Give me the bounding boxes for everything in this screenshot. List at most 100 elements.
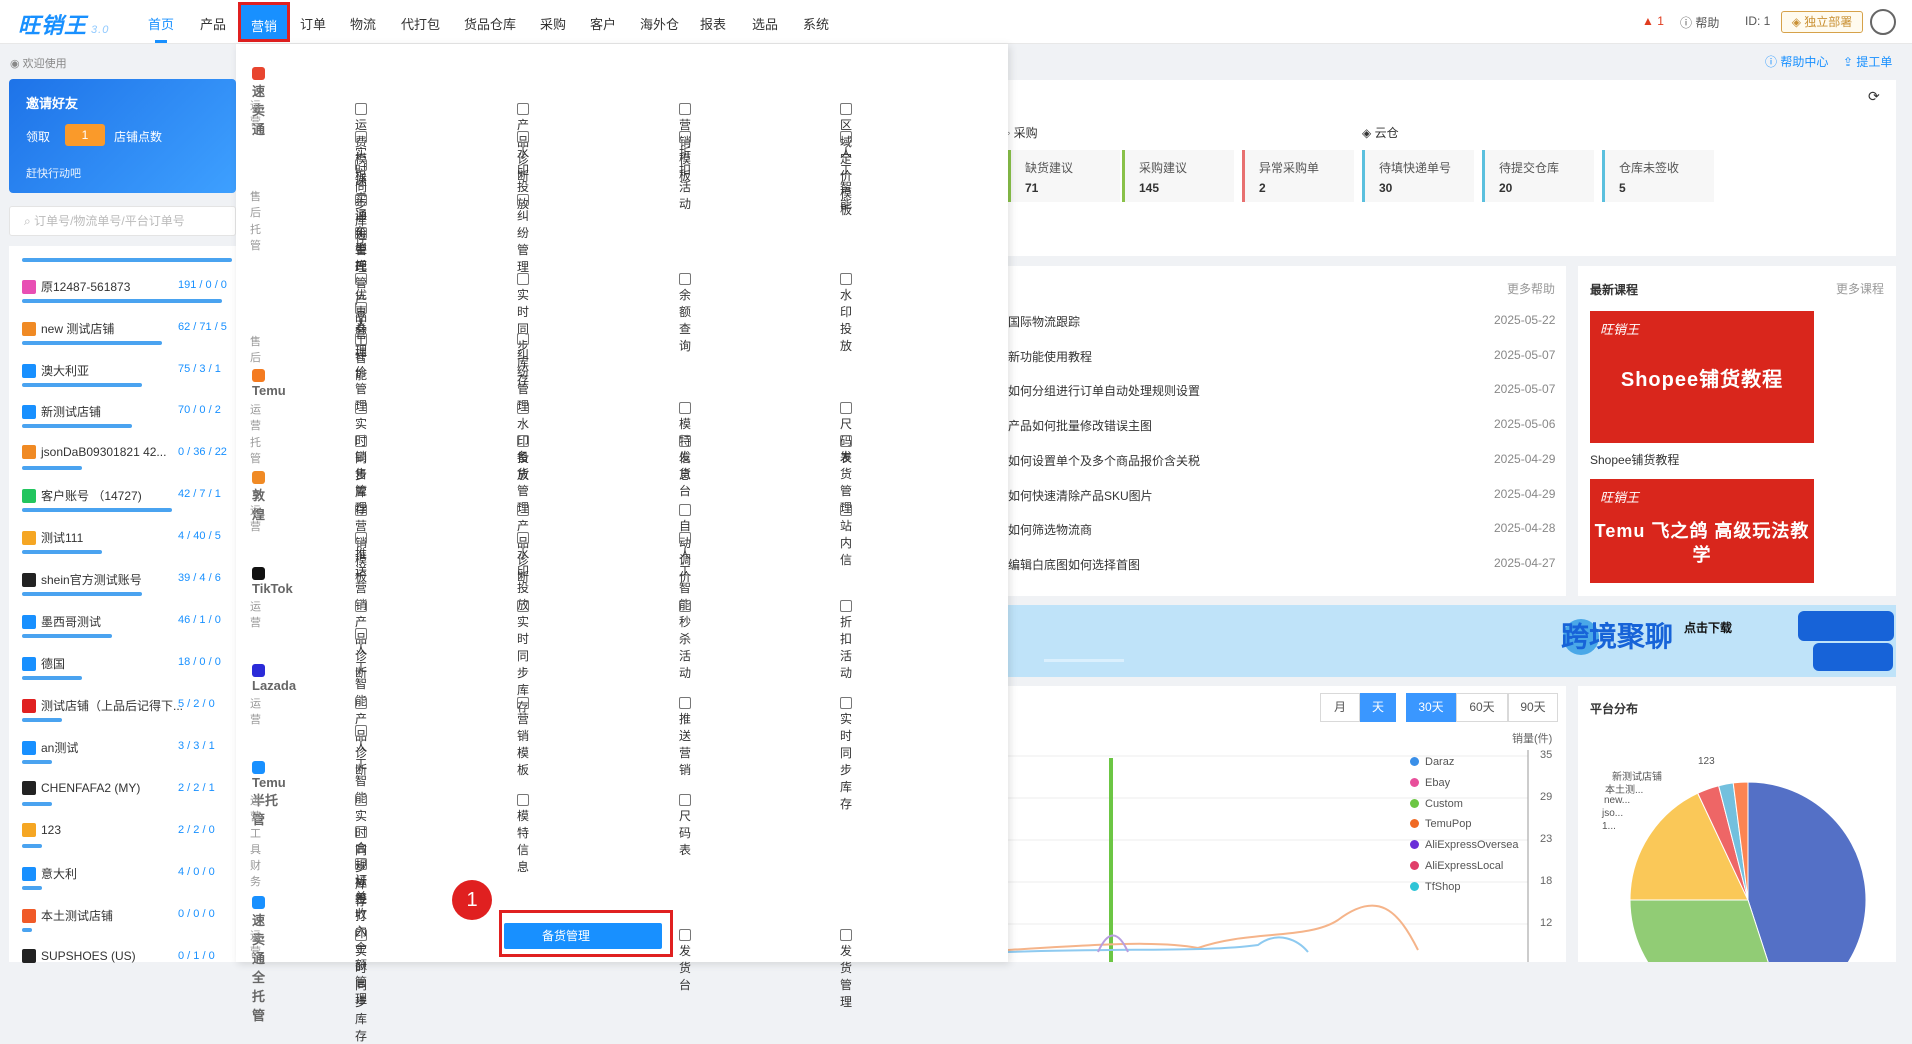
shop-item[interactable]: SUPSHOES (US): [22, 949, 136, 963]
shop-counts: 4 / 40 / 5: [178, 530, 221, 542]
menu-item-icon: [679, 504, 691, 516]
shop-platform-icon: [22, 280, 36, 294]
invite-card[interactable]: 邀请好友 领取 1 店铺点数 赶快行动吧: [9, 79, 236, 193]
shop-item[interactable]: 意大利: [22, 865, 77, 882]
menu-category: 托管: [250, 224, 261, 252]
menu-item[interactable]: 发货台: [679, 928, 701, 993]
menu-item[interactable]: 实时同步库存: [840, 696, 862, 812]
menu-item[interactable]: 站内信: [840, 503, 862, 568]
menu-item-icon: [679, 402, 691, 414]
shop-progress-bar: [22, 508, 172, 512]
menu-item-icon: [517, 194, 529, 206]
help-article-link[interactable]: 国际物流跟踪: [1008, 313, 1080, 330]
legend-item[interactable]: TemuPop: [1410, 818, 1471, 830]
nav-4[interactable]: 物流: [350, 14, 376, 33]
app-logo[interactable]: 旺销王 3.0: [18, 8, 109, 40]
stat-card[interactable]: 待提交仓库 20: [1482, 150, 1594, 202]
menu-item-icon: [517, 103, 529, 115]
nav-marketing-highlighted[interactable]: 营销: [238, 2, 290, 42]
menu-item[interactable]: 尺码表: [679, 793, 701, 858]
more-courses-link[interactable]: 更多课程: [1836, 280, 1884, 297]
help-article-link[interactable]: 如何分组进行订单自动处理规则设置: [1008, 382, 1200, 399]
platform-icon: [252, 67, 265, 80]
more-help-link[interactable]: 更多帮助: [1507, 280, 1555, 297]
stat-card[interactable]: 采购建议 145: [1122, 150, 1234, 202]
shop-item[interactable]: 澳大利亚: [22, 362, 89, 379]
help-article-link[interactable]: 如何快速清除产品SKU图片: [1008, 487, 1153, 504]
shop-item[interactable]: 新测试店铺: [22, 403, 101, 420]
course-caption-1[interactable]: Shopee铺货教程: [1590, 451, 1679, 468]
shop-item[interactable]: 测试店铺（上品后记得下...: [22, 697, 183, 714]
legend-item[interactable]: Daraz: [1410, 756, 1454, 768]
ticket-link[interactable]: ⇪ 提工单: [1843, 53, 1892, 70]
ad-banner[interactable]: 跨境聚聊 点击下载: [1008, 605, 1896, 677]
menu-item[interactable]: 营销模板: [517, 696, 539, 778]
nav-8[interactable]: 客户: [590, 14, 616, 33]
shop-item[interactable]: 原12487-561873: [22, 278, 130, 295]
legend-item[interactable]: TfShop: [1410, 881, 1460, 893]
help-article-link[interactable]: 如何设置单个及多个商品报价含关税: [1008, 452, 1200, 469]
nav-9[interactable]: 海外仓: [640, 14, 679, 33]
legend-item[interactable]: Ebay: [1410, 777, 1450, 789]
menu-item[interactable]: 水印投放: [840, 272, 862, 354]
menu-item[interactable]: 余额查询: [679, 272, 701, 354]
help-article-link[interactable]: 新功能使用教程: [1008, 348, 1092, 365]
stat-card[interactable]: 仓库未签收 5: [1602, 150, 1714, 202]
nav-11[interactable]: 选品: [752, 14, 778, 33]
legend-item[interactable]: AliExpressLocal: [1410, 860, 1503, 872]
help-article-link[interactable]: 编辑白底图如何选择首图: [1008, 556, 1140, 573]
menu-item[interactable]: 实时同步库存: [355, 928, 377, 1044]
nav-3[interactable]: 订单: [300, 14, 326, 33]
ad-cta[interactable]: 点击下载: [1684, 619, 1732, 636]
course-thumbnail-2[interactable]: 旺销王 Temu 飞之鸽 高级玩法教学: [1590, 479, 1814, 583]
user-avatar-icon[interactable]: [1870, 9, 1896, 35]
stat-card[interactable]: 缺货建议 71: [1008, 150, 1120, 202]
refresh-icon[interactable]: ⟳: [1868, 88, 1880, 105]
legend-item[interactable]: Custom: [1410, 798, 1463, 810]
order-search-input[interactable]: ⌕ 订单号/物流单号/平台订单号: [9, 206, 236, 236]
shop-item[interactable]: 德国: [22, 655, 65, 672]
shop-item[interactable]: an测试: [22, 739, 78, 756]
shop-counts: 75 / 3 / 1: [178, 363, 221, 375]
menu-item-label: 实时同步库存: [355, 944, 368, 1043]
shop-item[interactable]: shein官方测试账号: [22, 571, 142, 588]
shop-item[interactable]: 123: [22, 823, 61, 837]
help-article-link[interactable]: 如何筛选物流商: [1008, 521, 1092, 538]
legend-item[interactable]: AliExpressOversea: [1410, 839, 1519, 851]
menu-item[interactable]: 折扣活动: [679, 130, 701, 212]
menu-item[interactable]: 折扣活动: [840, 599, 862, 681]
stat-card[interactable]: 待填快递单号 30: [1362, 150, 1474, 202]
nav-6[interactable]: 货品仓库: [464, 14, 516, 33]
shop-item[interactable]: CHENFAFA2 (MY): [22, 781, 140, 795]
shop-counts: 0 / 0 / 0: [178, 908, 215, 920]
menu-item[interactable]: 推送营销: [679, 696, 701, 778]
help-link[interactable]: ⓘ 帮助: [1680, 14, 1719, 31]
nav-10[interactable]: 报表: [700, 14, 726, 33]
nav-1[interactable]: 产品: [200, 14, 226, 33]
nav-0[interactable]: 首页: [148, 14, 174, 33]
menu-item[interactable]: 发货台: [679, 434, 701, 499]
menu-item[interactable]: 发货管理: [840, 928, 862, 1010]
menu-item[interactable]: 纠纷管理: [517, 193, 539, 275]
shop-item[interactable]: 墨西哥测试: [22, 613, 101, 630]
nav-5[interactable]: 代打包: [401, 14, 440, 33]
menu-item[interactable]: 人工智能: [840, 130, 862, 212]
shop-item[interactable]: jsonDaB09301821 42...: [22, 445, 166, 459]
nav-7[interactable]: 采购: [540, 14, 566, 33]
help-center-link[interactable]: ⓘ 帮助中心: [1765, 53, 1828, 70]
help-article-link[interactable]: 产品如何批量修改错误主图: [1008, 417, 1152, 434]
shop-item[interactable]: new 测试店铺: [22, 320, 114, 337]
course-thumbnail-1[interactable]: 旺销王 Shopee铺货教程: [1590, 311, 1814, 443]
shop-item[interactable]: 本土测试店铺: [22, 907, 113, 924]
nav-12[interactable]: 系统: [803, 14, 829, 33]
stat-card[interactable]: 异常采购单 2: [1242, 150, 1354, 202]
shop-item[interactable]: 测试111: [22, 529, 83, 546]
shop-item[interactable]: 客户账号 （14727): [22, 487, 142, 504]
deploy-button[interactable]: ◈ 独立部署: [1781, 11, 1863, 33]
menu-item-label: 人工智能: [840, 146, 853, 211]
alert-indicator[interactable]: ▲ 1: [1642, 14, 1664, 28]
menu-item[interactable]: 秒杀活动: [679, 599, 701, 681]
invite-cta[interactable]: 赶快行动吧: [26, 165, 81, 181]
menu-item-icon: [840, 131, 852, 143]
menu-item[interactable]: 模特信息: [517, 793, 539, 875]
